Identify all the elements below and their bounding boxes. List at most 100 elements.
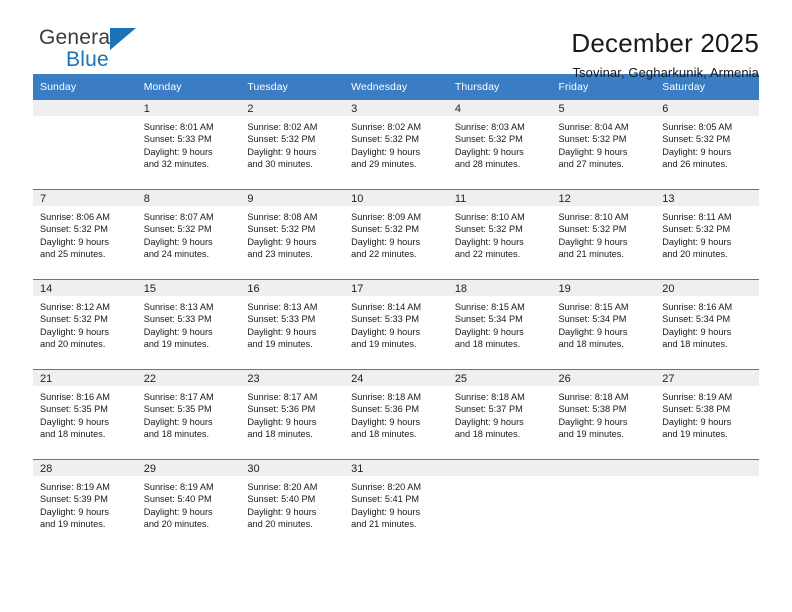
day-number: 15: [136, 280, 241, 296]
calendar-day-cell[interactable]: 13 Sunrise: 8:11 AM Sunset: 5:32 PM Dayligh…: [655, 189, 759, 280]
daylight-duration-line2: and 18 minutes.: [40, 429, 106, 440]
day-details: Sunrise: 8:10 AM Sunset: 5:32 PM Daylight:…: [552, 206, 656, 261]
calendar-day-cell[interactable]: 9 Sunrise: 8:08 AM Sunset: 5:32 PM Daylight…: [240, 189, 345, 280]
calendar-day-cell[interactable]: [551, 459, 656, 549]
calendar-day-cell[interactable]: 31 Sunrise: 8:20 AM Sunset: 5:41 PM Dayligh…: [344, 459, 448, 549]
day-cell-content: 17 Sunrise: 8:14 AM Sunset: 5:33 PM Dayligh…: [344, 280, 448, 369]
daylight-duration-line1: Daylight: 9 hours: [662, 326, 732, 337]
daylight-duration-line1: Daylight: 9 hours: [351, 236, 421, 247]
day-number: 26: [551, 370, 656, 386]
day-number: 6: [655, 100, 759, 116]
weekday-header-wednesday: Wednesday: [344, 74, 448, 100]
day-details: Sunrise: 8:12 AM Sunset: 5:32 PM Daylight:…: [33, 296, 137, 351]
general-blue-logo[interactable]: General Blue: [33, 26, 163, 78]
daylight-duration-line1: Daylight: 9 hours: [351, 506, 421, 517]
calendar-day-cell[interactable]: 5 Sunrise: 8:04 AM Sunset: 5:32 PM Daylight…: [551, 99, 656, 190]
sunset-time: Sunset: 5:33 PM: [143, 314, 212, 325]
daylight-duration-line2: and 19 minutes.: [40, 519, 106, 530]
day-number: [655, 460, 759, 476]
calendar-day-cell[interactable]: 14 Sunrise: 8:12 AM Sunset: 5:32 PM Dayligh…: [33, 279, 137, 370]
sunset-time: Sunset: 5:32 PM: [662, 224, 731, 235]
calendar-day-cell[interactable]: 29 Sunrise: 8:19 AM Sunset: 5:40 PM Dayligh…: [136, 459, 241, 549]
sunset-time: Sunset: 5:32 PM: [247, 224, 316, 235]
day-cell-content: 28 Sunrise: 8:19 AM Sunset: 5:39 PM Dayligh…: [33, 460, 137, 549]
day-cell-content: 30 Sunrise: 8:20 AM Sunset: 5:40 PM Dayligh…: [240, 460, 345, 549]
day-details: Sunrise: 8:04 AM Sunset: 5:32 PM Daylight:…: [552, 116, 656, 171]
day-cell-content: 21 Sunrise: 8:16 AM Sunset: 5:35 PM Dayligh…: [33, 370, 137, 459]
day-cell-content: 14 Sunrise: 8:12 AM Sunset: 5:32 PM Dayligh…: [33, 280, 137, 369]
sunset-time: Sunset: 5:38 PM: [662, 404, 731, 415]
day-details: Sunrise: 8:19 AM Sunset: 5:40 PM Daylight:…: [137, 476, 241, 531]
daylight-duration-line1: Daylight: 9 hours: [143, 416, 213, 427]
calendar-day-cell[interactable]: 21 Sunrise: 8:16 AM Sunset: 5:35 PM Dayligh…: [33, 369, 137, 460]
day-details: Sunrise: 8:08 AM Sunset: 5:32 PM Daylight:…: [240, 206, 344, 261]
day-number: 28: [33, 460, 137, 476]
sunrise-time: Sunrise: 8:17 AM: [247, 392, 318, 402]
calendar-day-cell[interactable]: 10 Sunrise: 8:09 AM Sunset: 5:32 PM Dayligh…: [344, 189, 448, 280]
calendar-day-cell[interactable]: 7 Sunrise: 8:06 AM Sunset: 5:32 PM Daylight…: [33, 189, 137, 280]
sunset-time: Sunset: 5:32 PM: [454, 224, 523, 235]
sunrise-time: Sunrise: 8:20 AM: [247, 482, 318, 492]
calendar-day-cell[interactable]: 4 Sunrise: 8:03 AM Sunset: 5:32 PM Daylight…: [447, 99, 552, 190]
daylight-duration-line2: and 26 minutes.: [662, 159, 728, 170]
day-details: Sunrise: 8:02 AM Sunset: 5:32 PM Daylight:…: [344, 116, 448, 171]
calendar-day-cell[interactable]: 2 Sunrise: 8:02 AM Sunset: 5:32 PM Daylight…: [240, 99, 345, 190]
calendar-day-cell[interactable]: 28 Sunrise: 8:19 AM Sunset: 5:39 PM Dayligh…: [33, 459, 137, 549]
sunset-time: Sunset: 5:37 PM: [454, 404, 523, 415]
calendar-day-cell[interactable]: 17 Sunrise: 8:14 AM Sunset: 5:33 PM Dayligh…: [344, 279, 448, 370]
sunrise-time: Sunrise: 8:13 AM: [143, 302, 214, 312]
calendar-day-cell[interactable]: 22 Sunrise: 8:17 AM Sunset: 5:35 PM Dayligh…: [136, 369, 241, 460]
calendar-day-cell[interactable]: 19 Sunrise: 8:15 AM Sunset: 5:34 PM Dayligh…: [551, 279, 656, 370]
calendar-day-cell[interactable]: 11 Sunrise: 8:10 AM Sunset: 5:32 PM Dayligh…: [447, 189, 552, 280]
day-details: Sunrise: 8:13 AM Sunset: 5:33 PM Daylight:…: [137, 296, 241, 351]
calendar-day-cell[interactable]: 24 Sunrise: 8:18 AM Sunset: 5:36 PM Dayligh…: [344, 369, 448, 460]
daylight-duration-line1: Daylight: 9 hours: [454, 146, 524, 157]
calendar-day-cell[interactable]: 27 Sunrise: 8:19 AM Sunset: 5:38 PM Dayligh…: [655, 369, 759, 460]
sunrise-time: Sunrise: 8:16 AM: [40, 392, 110, 402]
daylight-duration-line2: and 20 minutes.: [40, 339, 106, 350]
day-number: 22: [136, 370, 241, 386]
sunset-time: Sunset: 5:32 PM: [143, 224, 212, 235]
day-details: Sunrise: 8:15 AM Sunset: 5:34 PM Daylight:…: [552, 296, 656, 351]
daylight-duration-line1: Daylight: 9 hours: [662, 146, 732, 157]
day-number: 7: [33, 190, 137, 206]
day-cell-content: 19 Sunrise: 8:15 AM Sunset: 5:34 PM Dayligh…: [551, 280, 656, 369]
calendar-day-cell[interactable]: 3 Sunrise: 8:02 AM Sunset: 5:32 PM Daylight…: [344, 99, 448, 190]
calendar-day-cell[interactable]: 20 Sunrise: 8:16 AM Sunset: 5:34 PM Dayligh…: [655, 279, 759, 370]
calendar-day-cell[interactable]: 23 Sunrise: 8:17 AM Sunset: 5:36 PM Dayligh…: [240, 369, 345, 460]
day-details: Sunrise: 8:19 AM Sunset: 5:39 PM Daylight:…: [33, 476, 137, 531]
day-cell-content: 13 Sunrise: 8:11 AM Sunset: 5:32 PM Dayligh…: [655, 190, 759, 279]
calendar-day-cell[interactable]: [447, 459, 552, 549]
daylight-duration-line1: Daylight: 9 hours: [662, 416, 732, 427]
calendar-day-cell[interactable]: 12 Sunrise: 8:10 AM Sunset: 5:32 PM Dayligh…: [551, 189, 656, 280]
day-details: Sunrise: 8:16 AM Sunset: 5:34 PM Daylight:…: [655, 296, 759, 351]
calendar-day-cell[interactable]: 8 Sunrise: 8:07 AM Sunset: 5:32 PM Daylight…: [136, 189, 241, 280]
calendar-day-cell[interactable]: 26 Sunrise: 8:18 AM Sunset: 5:38 PM Dayligh…: [551, 369, 656, 460]
calendar-day-cell[interactable]: 6 Sunrise: 8:05 AM Sunset: 5:32 PM Daylight…: [655, 99, 759, 190]
daylight-duration-line2: and 27 minutes.: [558, 159, 624, 170]
day-cell-content: 15 Sunrise: 8:13 AM Sunset: 5:33 PM Dayligh…: [136, 280, 241, 369]
calendar-day-cell[interactable]: [33, 99, 137, 190]
calendar-day-cell[interactable]: 30 Sunrise: 8:20 AM Sunset: 5:40 PM Dayligh…: [240, 459, 345, 549]
daylight-duration-line2: and 24 minutes.: [143, 249, 210, 260]
calendar-day-cell[interactable]: 16 Sunrise: 8:13 AM Sunset: 5:33 PM Dayligh…: [240, 279, 345, 370]
weekday-header-thursday: Thursday: [447, 74, 552, 100]
calendar-day-cell[interactable]: 15 Sunrise: 8:13 AM Sunset: 5:33 PM Dayligh…: [136, 279, 241, 370]
daylight-duration-line1: Daylight: 9 hours: [558, 146, 628, 157]
calendar-day-cell[interactable]: 1 Sunrise: 8:01 AM Sunset: 5:33 PM Daylight…: [136, 99, 241, 190]
day-number: 27: [655, 370, 759, 386]
daylight-duration-line1: Daylight: 9 hours: [247, 326, 317, 337]
calendar-day-cell[interactable]: [655, 459, 759, 549]
day-number: [551, 460, 656, 476]
sunrise-time: Sunrise: 8:06 AM: [40, 212, 110, 222]
daylight-duration-line2: and 25 minutes.: [40, 249, 106, 260]
day-cell-content: [655, 460, 759, 549]
calendar-day-cell[interactable]: 25 Sunrise: 8:18 AM Sunset: 5:37 PM Dayligh…: [447, 369, 552, 460]
calendar-day-cell[interactable]: 18 Sunrise: 8:15 AM Sunset: 5:34 PM Dayligh…: [447, 279, 552, 370]
sunset-time: Sunset: 5:32 PM: [247, 134, 316, 145]
day-details: Sunrise: 8:09 AM Sunset: 5:32 PM Daylight:…: [344, 206, 448, 261]
day-cell-content: 31 Sunrise: 8:20 AM Sunset: 5:41 PM Dayligh…: [344, 460, 448, 549]
day-details: Sunrise: 8:15 AM Sunset: 5:34 PM Daylight:…: [448, 296, 552, 351]
day-number: 5: [551, 100, 656, 116]
day-number: 29: [136, 460, 241, 476]
